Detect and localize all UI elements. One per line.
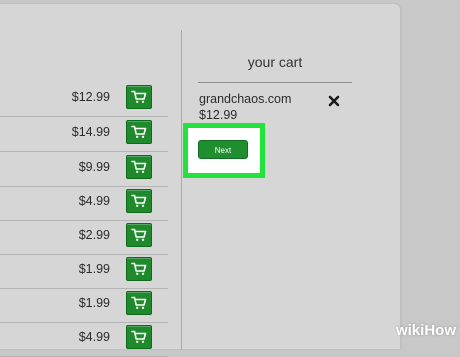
cart-icon xyxy=(131,194,147,207)
product-price: $14.99 xyxy=(71,125,110,139)
add-to-cart-button[interactable] xyxy=(126,291,152,315)
add-to-cart-button[interactable] xyxy=(126,223,152,247)
add-to-cart-button[interactable] xyxy=(126,257,152,281)
cart-icon xyxy=(131,125,147,138)
product-row: $4.99 xyxy=(0,186,168,221)
cart-item-price: $12.99 xyxy=(199,108,238,122)
cart-icon xyxy=(131,228,147,241)
add-to-cart-button[interactable] xyxy=(126,85,152,109)
product-row: $1.99 xyxy=(0,254,168,289)
product-row: $12.99 xyxy=(0,82,168,117)
add-to-cart-button[interactable] xyxy=(126,120,152,144)
watermark-part2: How xyxy=(424,322,456,339)
column-divider xyxy=(181,30,182,350)
product-list: $12.99 $14.99 $9.99 $4.99 $2.99 $1.99 $1.99 $4.… xyxy=(0,0,170,357)
product-price: $12.99 xyxy=(71,90,110,104)
product-price: $4.99 xyxy=(78,194,110,208)
remove-item-button[interactable] xyxy=(327,94,341,108)
cart-icon xyxy=(131,160,147,173)
watermark: wikiHow xyxy=(396,322,456,339)
product-price: $9.99 xyxy=(78,160,110,174)
next-button[interactable]: Next xyxy=(198,140,248,159)
product-price: $4.99 xyxy=(78,330,110,344)
product-price: $1.99 xyxy=(78,262,110,276)
cart-divider xyxy=(198,82,352,83)
cart-title: your cart xyxy=(247,54,303,70)
product-row: $1.99 xyxy=(0,288,168,323)
product-price: $1.99 xyxy=(78,296,110,310)
product-price: $2.99 xyxy=(78,228,110,242)
add-to-cart-button[interactable] xyxy=(126,155,152,179)
product-row: $4.99 xyxy=(0,322,168,357)
cart-icon xyxy=(131,330,147,343)
close-x-icon xyxy=(328,95,340,107)
cart-item-name: grandchaos.com xyxy=(199,92,292,106)
cart-icon xyxy=(131,296,147,309)
product-row: $9.99 xyxy=(0,152,168,187)
cart-icon xyxy=(131,262,147,275)
add-to-cart-button[interactable] xyxy=(126,189,152,213)
product-row: $2.99 xyxy=(0,220,168,255)
product-row: $14.99 xyxy=(0,117,168,152)
cart-icon xyxy=(131,90,147,103)
add-to-cart-button[interactable] xyxy=(126,325,152,349)
watermark-part1: wiki xyxy=(395,322,425,339)
